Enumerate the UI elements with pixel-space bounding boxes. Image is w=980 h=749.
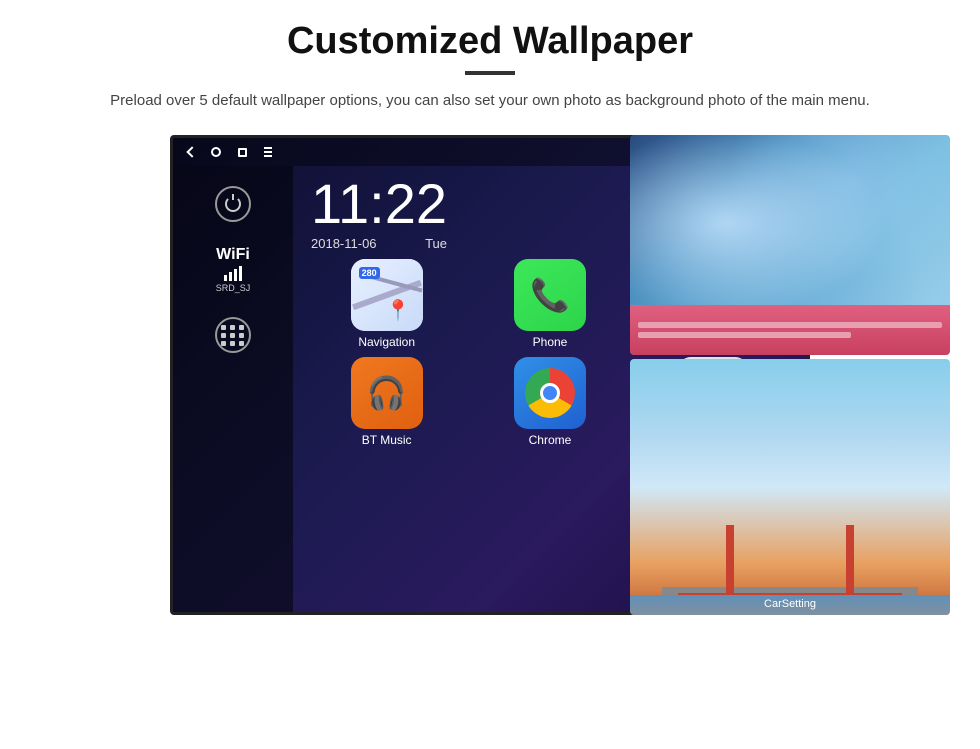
phone-symbol-icon: 📞 [530, 276, 570, 314]
wifi-label: WiFi [216, 246, 250, 264]
recent-square-icon [238, 148, 247, 157]
wallpaper-panels: CarSetting [630, 135, 950, 615]
device-wrapper: 📍 11:22 [40, 135, 940, 615]
all-apps-button[interactable] [215, 317, 251, 353]
power-icon [225, 196, 241, 212]
screenshot-lines-icon [264, 147, 272, 157]
nav-pin-icon: 📍 [386, 298, 411, 323]
apps-grid-icon [221, 325, 245, 346]
wallpaper-bridge: CarSetting [630, 359, 950, 615]
recent-nav-icon[interactable] [235, 145, 249, 159]
wifi-widget[interactable]: WiFi SRD_SJ [216, 246, 251, 293]
page-container: Customized Wallpaper Preload over 5 defa… [0, 0, 980, 625]
wallpaper-ice [630, 135, 950, 355]
wifi-bars-icon [224, 266, 242, 281]
navigation-app-icon: 280 📍 [351, 259, 423, 331]
chrome-outer-ring [525, 368, 575, 418]
btmusic-app-icon: 🎧 [351, 357, 423, 429]
clock-day-value: Tue [425, 236, 447, 251]
power-button[interactable] [215, 186, 251, 222]
phone-app-label: Phone [533, 335, 568, 349]
carsetting-label: CarSetting [764, 598, 816, 610]
title-divider [465, 71, 515, 75]
home-circle-icon [211, 147, 221, 157]
chrome-inner-circle [540, 383, 560, 403]
pink-line-2 [638, 332, 851, 338]
btmusic-app-label: BT Music [362, 433, 412, 447]
back-arrow-icon [186, 146, 197, 157]
home-nav-icon[interactable] [209, 145, 223, 159]
page-title: Customized Wallpaper [40, 20, 940, 63]
app-item-btmusic[interactable]: 🎧 BT Music [309, 357, 464, 447]
bluetooth-icon: 🎧 [367, 374, 407, 412]
pink-strip-overlay [630, 305, 950, 355]
clock-time: 11:22 [311, 176, 447, 232]
clock-display: 11:22 2018-11-06 Tue [311, 176, 447, 251]
wifi-ssid: SRD_SJ [216, 283, 251, 293]
app-item-phone[interactable]: 📞 Phone [472, 259, 627, 349]
pink-line-1 [638, 322, 942, 328]
phone-app-icon: 📞 [514, 259, 586, 331]
bridge-silhouette-graphic [630, 495, 950, 615]
screenshot-nav-icon[interactable] [261, 145, 275, 159]
clock-date-value: 2018-11-06 [311, 236, 377, 251]
app-item-chrome[interactable]: Chrome [472, 357, 627, 447]
status-bar-left [183, 145, 275, 159]
left-sidebar: WiFi SRD_SJ [173, 166, 293, 612]
app-item-navigation[interactable]: 280 📍 Navigation [309, 259, 464, 349]
chrome-app-label: Chrome [529, 433, 572, 447]
bridge-tower-right [846, 525, 854, 595]
chrome-app-icon [514, 357, 586, 429]
back-nav-icon[interactable] [183, 145, 197, 159]
bridge-tower-left [726, 525, 734, 595]
chrome-circle-graphic [525, 368, 575, 418]
page-subtitle: Preload over 5 default wallpaper options… [40, 89, 940, 113]
clock-date: 2018-11-06 Tue [311, 236, 447, 251]
nav-badge: 280 [359, 267, 380, 279]
navigation-app-label: Navigation [358, 335, 415, 349]
